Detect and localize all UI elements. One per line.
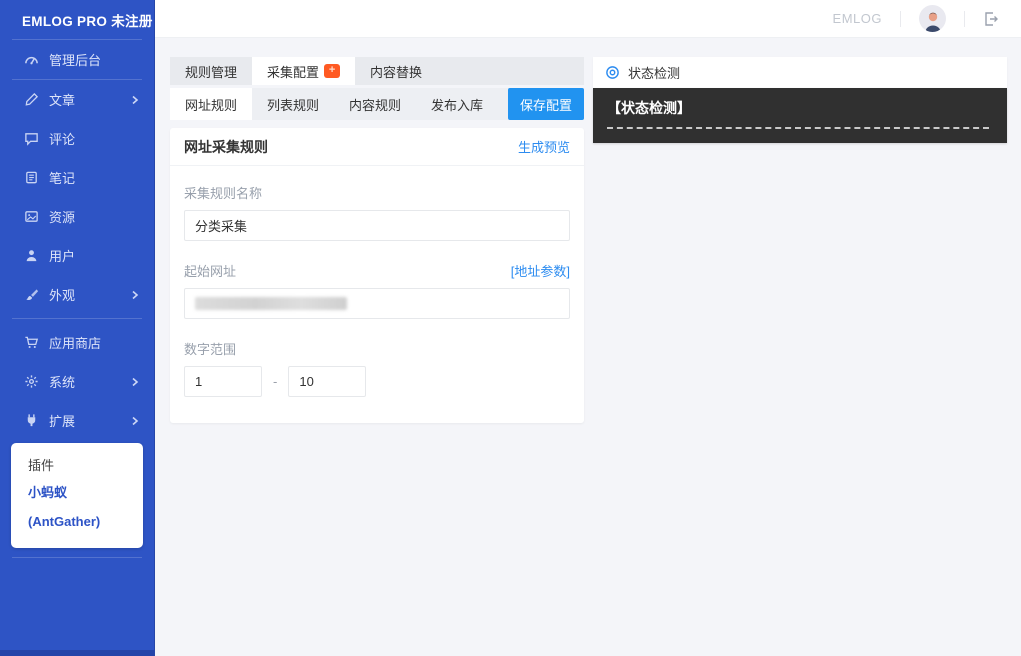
tab-label: 规则管理 <box>185 62 237 81</box>
chevron-right-icon <box>130 290 140 300</box>
extensions-submenu: 插件 小蚂蚁(AntGather) <box>11 443 143 548</box>
sidebar-item-label: 应用商店 <box>49 333 140 352</box>
range-to-input[interactable] <box>288 366 366 397</box>
number-range-label: 数字范围 <box>184 339 570 358</box>
range-from-input[interactable] <box>184 366 262 397</box>
submenu-item-plugins[interactable]: 插件 <box>28 453 126 478</box>
number-range-row: - <box>184 366 570 397</box>
sidebar-item-label: 资源 <box>49 207 140 226</box>
url-params-link[interactable]: [地址参数] <box>511 261 570 280</box>
main-content: 规则管理 采集配置 + 内容替换 网址规则 列表规则 内容规则 发布入库 <box>155 38 1021 656</box>
rule-name-label: 采集规则名称 <box>184 183 570 202</box>
sidebar-item-system[interactable]: 系统 <box>0 362 154 401</box>
tab-label: 列表规则 <box>267 95 319 114</box>
rule-name-input[interactable] <box>184 210 570 241</box>
pencil-icon <box>24 92 39 107</box>
status-console-title: 【状态检测】 <box>607 98 993 118</box>
status-dashed-divider <box>607 127 989 129</box>
new-badge: + <box>324 64 340 78</box>
tab-label: 内容规则 <box>349 95 401 114</box>
sidebar-item-label: 扩展 <box>49 411 130 430</box>
sidebar-item-app-store[interactable]: 应用商店 <box>0 323 154 362</box>
status-column: 状态检测 【状态检测】 <box>593 57 1007 143</box>
status-panel-header: 状态检测 <box>593 57 1007 88</box>
topbar: EMLOG <box>155 0 1021 38</box>
range-separator: - <box>273 374 277 389</box>
url-rule-card: 网址采集规则 生成预览 采集规则名称 起始网址 [地址参数] 数字范围 - <box>170 128 584 423</box>
comment-icon <box>24 131 39 146</box>
card-body: 采集规则名称 起始网址 [地址参数] 数字范围 - <box>170 183 584 397</box>
tab-content-rules[interactable]: 内容规则 <box>334 88 416 120</box>
sidebar-item-label: 用户 <box>49 246 140 265</box>
tab-label: 采集配置 <box>267 62 319 81</box>
logout-icon[interactable] <box>983 11 999 27</box>
submenu-item-antgather[interactable]: 小蚂蚁(AntGather) <box>28 478 126 536</box>
status-panel-title: 状态检测 <box>628 63 680 82</box>
secondary-tab-bar: 网址规则 列表规则 内容规则 发布入库 保存配置 <box>170 88 584 120</box>
gear-icon <box>24 374 39 389</box>
divider <box>12 318 142 319</box>
tab-content-replace[interactable]: 内容替换 <box>355 57 437 85</box>
sidebar-item-label: 外观 <box>49 285 130 304</box>
sidebar-item-label: 管理后台 <box>49 50 140 69</box>
divider <box>964 11 965 27</box>
brand-title: EMLOG PRO 未注册 <box>0 0 154 30</box>
tab-label: 网址规则 <box>185 95 237 114</box>
plug-icon <box>24 413 39 428</box>
sidebar-item-users[interactable]: 用户 <box>0 236 154 275</box>
site-name-link[interactable]: EMLOG <box>833 11 882 26</box>
start-url-label: 起始网址 <box>184 261 236 280</box>
card-header: 网址采集规则 生成预览 <box>170 128 584 166</box>
sidebar-bottom-strip <box>0 650 154 656</box>
brush-icon <box>24 287 39 302</box>
tab-publish-store[interactable]: 发布入库 <box>416 88 498 120</box>
config-column: 规则管理 采集配置 + 内容替换 网址规则 列表规则 内容规则 发布入库 <box>170 57 584 423</box>
sidebar-item-label: 笔记 <box>49 168 140 187</box>
sidebar-item-label: 系统 <box>49 372 130 391</box>
status-console: 【状态检测】 <box>593 88 1007 143</box>
sidebar-item-label: 评论 <box>49 129 140 148</box>
tab-url-rules[interactable]: 网址规则 <box>170 88 252 120</box>
chevron-right-icon <box>130 377 140 387</box>
notebook-icon <box>24 170 39 185</box>
sidebar-item-label: 文章 <box>49 90 130 109</box>
save-config-button[interactable]: 保存配置 <box>508 88 584 120</box>
tab-label: 发布入库 <box>431 95 483 114</box>
start-url-input[interactable] <box>184 288 570 319</box>
cart-icon <box>24 335 39 350</box>
target-icon <box>605 65 620 80</box>
sidebar-item-extensions[interactable]: 扩展 <box>0 401 154 440</box>
tab-collect-config[interactable]: 采集配置 + <box>252 57 355 85</box>
sidebar: EMLOG PRO 未注册 管理后台 文章 评论 笔记 资源 <box>0 0 155 656</box>
card-title: 网址采集规则 <box>184 137 268 157</box>
dashboard-icon <box>24 52 39 67</box>
sidebar-item-appearance[interactable]: 外观 <box>0 275 154 314</box>
sidebar-item-resources[interactable]: 资源 <box>0 197 154 236</box>
user-icon <box>24 248 39 263</box>
divider <box>900 11 901 27</box>
tab-label: 内容替换 <box>370 62 422 81</box>
avatar[interactable] <box>919 5 946 32</box>
divider <box>12 557 142 558</box>
image-icon <box>24 209 39 224</box>
sidebar-item-articles[interactable]: 文章 <box>0 80 154 119</box>
chevron-right-icon <box>130 95 140 105</box>
sidebar-item-dashboard[interactable]: 管理后台 <box>0 40 154 79</box>
generate-preview-link[interactable]: 生成预览 <box>518 137 570 156</box>
tab-list-rules[interactable]: 列表规则 <box>252 88 334 120</box>
primary-tab-bar: 规则管理 采集配置 + 内容替换 <box>170 57 584 85</box>
redacted-url-value <box>195 297 347 310</box>
sidebar-item-comments[interactable]: 评论 <box>0 119 154 158</box>
sidebar-item-notes[interactable]: 笔记 <box>0 158 154 197</box>
chevron-right-icon <box>130 416 140 426</box>
tab-rule-management[interactable]: 规则管理 <box>170 57 252 85</box>
